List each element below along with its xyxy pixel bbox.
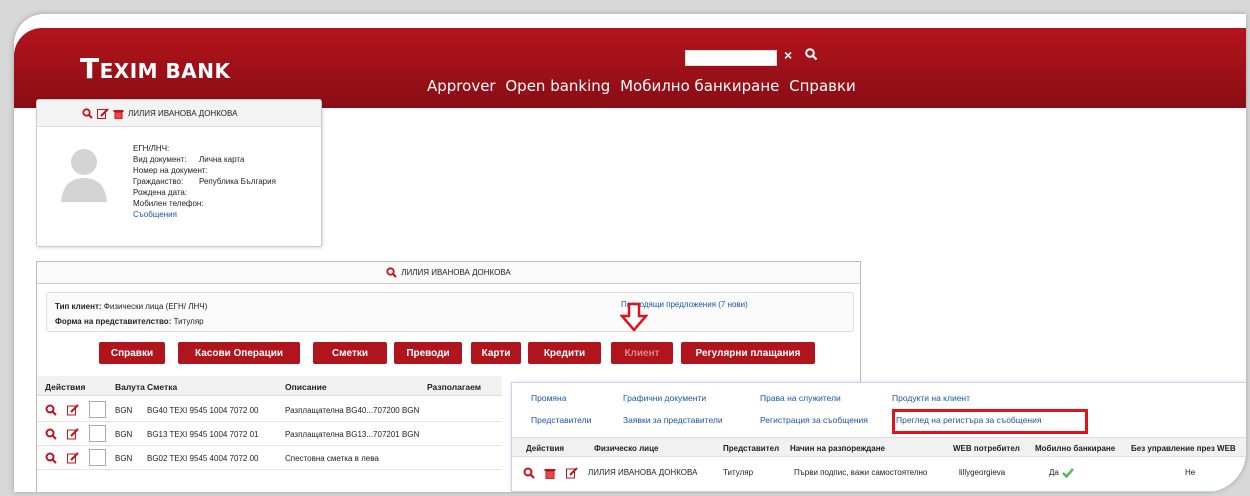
- messages-link[interactable]: Съобщения: [133, 210, 177, 219]
- accounts-button[interactable]: Сметки: [313, 342, 387, 364]
- menu-item-graphic-documents[interactable]: Графични документи: [623, 393, 706, 403]
- client-type: Тип клиент: Физически лица (ЕГН/ ЛНЧ): [55, 302, 208, 311]
- view-icon[interactable]: [45, 452, 57, 464]
- search-input[interactable]: [685, 50, 777, 66]
- accounts-table-header: Действия Валута Сметка Описание Разполаг…: [37, 376, 502, 396]
- bank-logo[interactable]: TEXIM BANK: [80, 52, 230, 85]
- nav-reports[interactable]: Справки: [789, 77, 856, 95]
- menu-item-client-products[interactable]: Продукти на клиент: [892, 393, 970, 403]
- nav-approver[interactable]: Approver: [427, 77, 496, 95]
- client-info-box: Тип клиент: Физически лица (ЕГН/ ЛНЧ) Фо…: [46, 292, 854, 332]
- view-icon[interactable]: [45, 404, 57, 416]
- row-checkbox[interactable]: [89, 401, 106, 418]
- close-icon[interactable]: ×: [784, 47, 792, 63]
- view-icon[interactable]: [523, 467, 535, 479]
- avatar: [61, 149, 107, 202]
- view-icon[interactable]: [45, 428, 57, 440]
- highlight-box: [892, 409, 1088, 434]
- edit-icon[interactable]: [67, 428, 79, 440]
- search-icon[interactable]: [804, 47, 818, 61]
- table-row[interactable]: BGN BG13 TEXI 9545 1004 7072 01 Разплаща…: [37, 422, 502, 446]
- client-button[interactable]: Клиент: [611, 342, 673, 364]
- check-icon: [1062, 468, 1074, 479]
- main-nav: Approver Open banking Мобилно банкиране …: [427, 77, 861, 95]
- recurring-payments-button[interactable]: Регулярни плащания: [681, 342, 815, 364]
- table-row[interactable]: BGN BG40 TEXI 9545 1004 7072 00 Разплаща…: [37, 398, 502, 422]
- field-doc-type: Вид документ: Лична карта: [133, 155, 245, 164]
- arrow-down-icon: [620, 302, 648, 332]
- nav-mobile-banking[interactable]: Мобилно банкиране: [620, 77, 779, 95]
- table-row[interactable]: BGN BG02 TEXI 9545 4004 7072 00 Спестовн…: [37, 446, 502, 470]
- view-icon[interactable]: [82, 107, 93, 119]
- edit-icon[interactable]: [67, 404, 79, 416]
- client-panel-header: ЛИЛИЯ ИВАНОВА ДОНКОВА: [37, 262, 860, 284]
- field-mobile: Мобилен телефон:: [133, 199, 204, 208]
- profile-header: ЛИЛИЯ ИВАНОВА ДОНКОВА: [37, 100, 321, 127]
- menu-item-message-registration[interactable]: Регистрация за съобщения: [760, 415, 868, 425]
- view-icon[interactable]: [386, 267, 398, 278]
- loans-button[interactable]: Кредити: [528, 342, 601, 364]
- transfers-button[interactable]: Преводи: [394, 342, 462, 364]
- client-menu-popup: Промяна Графични документи Права на служ…: [511, 382, 1246, 492]
- representatives-table-header: Действия Физическо лице Представител Нач…: [512, 437, 1246, 457]
- field-egn: ЕГН/ЛНЧ:: [133, 144, 170, 153]
- cards-button[interactable]: Карти: [471, 342, 521, 364]
- delete-icon[interactable]: [113, 108, 124, 119]
- delete-icon[interactable]: [544, 467, 556, 479]
- representation-form: Форма на представителство: Титуляр: [55, 317, 204, 326]
- field-birth-date: Рождена дата:: [133, 188, 188, 197]
- row-checkbox[interactable]: [89, 449, 106, 466]
- top-header: TEXIM BANK × Approver Open banking Мобил…: [14, 28, 1246, 108]
- reports-button[interactable]: Справки: [99, 342, 165, 364]
- row-checkbox[interactable]: [89, 425, 106, 442]
- cash-operations-button[interactable]: Касови Операции: [178, 342, 300, 364]
- edit-icon[interactable]: [566, 467, 578, 479]
- menu-item-employee-rights[interactable]: Права на служители: [760, 393, 841, 403]
- client-title: ЛИЛИЯ ИВАНОВА ДОНКОВА: [401, 268, 511, 277]
- profile-name: ЛИЛИЯ ИВАНОВА ДОНКОВА: [128, 108, 238, 118]
- field-doc-number: Номер на документ:: [133, 166, 208, 175]
- field-citizenship: Гражданство: Република България: [133, 177, 276, 186]
- menu-item-representatives[interactable]: Представители: [531, 415, 591, 425]
- edit-icon[interactable]: [97, 107, 109, 119]
- table-row[interactable]: ЛИЛИЯ ИВАНОВА ДОНКОВА Титуляр Първи подп…: [512, 461, 1246, 485]
- menu-item-edit[interactable]: Промяна: [531, 393, 566, 403]
- edit-icon[interactable]: [67, 452, 79, 464]
- nav-open-banking[interactable]: Open banking: [505, 77, 610, 95]
- profile-card: ЛИЛИЯ ИВАНОВА ДОНКОВА ЕГН/ЛНЧ: Вид докум…: [36, 99, 322, 247]
- app-window: TEXIM BANK × Approver Open banking Мобил…: [14, 14, 1246, 492]
- menu-item-representative-requests[interactable]: Заявки за представители: [623, 415, 723, 425]
